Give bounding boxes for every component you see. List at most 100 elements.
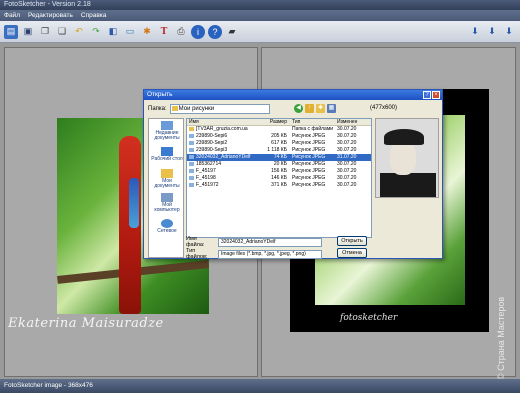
paste-icon[interactable]: ❏ <box>55 25 69 39</box>
place-desktop[interactable]: Рабочий стол <box>149 143 185 167</box>
filetype-row: Тип файлов: Image files (*.bmp, *.jpg, *… <box>186 248 322 260</box>
place-label: Рабочий стол <box>151 156 183 163</box>
chat-icon[interactable]: ▰ <box>225 25 239 39</box>
image-file-icon <box>189 161 194 166</box>
image-file-icon <box>189 175 194 180</box>
column-name[interactable]: Имя <box>187 119 261 125</box>
place-label: Мои документы <box>154 177 180 189</box>
my-documents-icon <box>161 168 173 178</box>
file-date: 30.07.20 <box>337 161 357 167</box>
image-file-icon <box>189 154 194 159</box>
author-watermark: Ekaterina Maisuradze <box>8 316 164 331</box>
file-row[interactable]: 239890-Sepi3 1 118 КБ Рисунок JPEG 30.07.20 <box>187 147 371 154</box>
file-name: F_45198 <box>187 175 261 182</box>
info-icon[interactable]: i <box>191 24 205 39</box>
file-row[interactable]: [TV3AR_gruzia.com.ua Папка с файлами 30.07… <box>187 126 371 133</box>
menu-edit[interactable]: Редактировать <box>28 10 73 21</box>
place-label: Сетевое <box>157 228 177 235</box>
open-button[interactable]: Открыть <box>337 236 367 246</box>
preview-hat-shape <box>384 129 424 145</box>
file-size: 74 КБ <box>273 154 287 160</box>
file-list[interactable]: Имя Размер Тип Изменен [TV3AR_gruzia.com… <box>186 118 372 238</box>
menu-file[interactable]: Файл <box>4 10 20 21</box>
redo-icon[interactable]: ↷ <box>89 25 103 39</box>
file-type: Рисунок JPEG <box>292 154 326 160</box>
file-size: 205 КБ <box>271 133 287 139</box>
new-folder-icon[interactable]: ✱ <box>316 104 325 113</box>
file-row[interactable]: 32024032_AdrianoYDelf 74 КБ Рисунок JPEG 31… <box>187 154 371 161</box>
file-size: 146 КБ <box>271 175 287 181</box>
image-file-icon <box>189 147 194 152</box>
compare-icon[interactable]: ◧ <box>106 25 120 39</box>
dialog-help-icon[interactable]: ? <box>423 91 431 99</box>
dialog-close-icon[interactable]: × <box>432 91 440 99</box>
file-date: 30.07.20 <box>337 133 357 139</box>
file-row[interactable]: 185362714 20 КБ Рисунок JPEG 30.07.20 <box>187 161 371 168</box>
dialog-titlebar: Открыть ? × <box>144 90 442 100</box>
zoom-in-icon[interactable]: ⬇ <box>468 24 482 38</box>
file-row[interactable]: F_451972 371 КБ Рисунок JPEG 30.07.20 <box>187 182 371 189</box>
file-name-text: 185362714 <box>196 161 222 167</box>
open-file-dialog: Открыть ? × Папка: Мои рисунки ◀ ↑ ✱ ▦ (… <box>143 89 443 260</box>
up-folder-icon[interactable]: ↑ <box>305 104 314 113</box>
copy-icon[interactable]: ❐ <box>38 25 52 39</box>
file-list-header: Имя Размер Тип Изменен <box>187 119 371 126</box>
file-type: Рисунок JPEG <box>292 161 326 167</box>
file-type: Рисунок JPEG <box>292 182 326 188</box>
image-file-icon <box>189 182 194 187</box>
file-name: 239890-Sepi6 <box>187 133 261 140</box>
file-name: 239890-Sepi3 <box>187 147 261 154</box>
picture-icon[interactable]: ▭ <box>123 25 137 39</box>
network-icon <box>161 219 173 229</box>
preview-body-shape <box>380 173 436 197</box>
menu-bar: Файл Редактировать Справка <box>0 10 520 21</box>
filename-input[interactable]: 32024032_AdrianoYDelf <box>218 237 322 247</box>
filetype-select[interactable]: Image files (*.bmp, *.jpg, *.jpeg, *.png… <box>218 249 322 259</box>
view-menu-icon[interactable]: ▦ <box>327 104 336 113</box>
menu-help[interactable]: Справка <box>81 10 107 21</box>
file-name-text: 32024032_AdrianoYDelf <box>196 154 251 160</box>
file-date: 30.07.20 <box>337 175 357 181</box>
place-recent[interactable]: Недавние документы <box>149 119 185 143</box>
zoom-fit-icon[interactable]: ⬇ <box>502 24 516 38</box>
image-file-icon <box>189 133 194 138</box>
file-row[interactable]: 239890-Sepi6 205 КБ Рисунок JPEG 30.07.20 <box>187 133 371 140</box>
file-size: 20 КБ <box>273 161 287 167</box>
file-size: 617 КБ <box>271 140 287 146</box>
file-name-text: F_451972 <box>196 182 219 188</box>
place-network[interactable]: Сетевое <box>149 215 185 239</box>
text-icon[interactable]: T <box>157 25 171 39</box>
save-icon[interactable]: ▣ <box>21 25 35 39</box>
help-icon[interactable]: ? <box>208 24 222 39</box>
file-date: 31.07.20 <box>337 154 357 160</box>
open-icon[interactable]: ▤ <box>4 24 18 39</box>
zoom-out-icon[interactable]: ⬇ <box>485 24 499 38</box>
dialog-title: Открыть <box>147 91 173 98</box>
column-date[interactable]: Изменен <box>335 119 371 125</box>
print-icon[interactable]: ⎙ <box>174 25 188 39</box>
preview-size-label: (477x600) <box>370 105 398 111</box>
column-size[interactable]: Размер <box>261 119 289 125</box>
image-file-icon <box>189 140 194 145</box>
back-icon[interactable]: ◀ <box>294 104 303 113</box>
cancel-button[interactable]: Отмена <box>337 248 367 258</box>
file-row[interactable]: 239890-Sepi2 617 КБ Рисунок JPEG 30.07.20 <box>187 140 371 147</box>
file-date: 30.07.20 <box>337 140 357 146</box>
parrot-wing-shape <box>129 178 139 228</box>
file-date: 30.07.20 <box>337 147 357 153</box>
file-row[interactable]: F_45198 146 КБ Рисунок JPEG 30.07.20 <box>187 175 371 182</box>
file-row[interactable]: F_45197 156 КБ Рисунок JPEG 30.07.20 <box>187 168 371 175</box>
window-title: FotoSketcher - Version 2.18 <box>0 0 520 10</box>
preview-face-shape <box>390 141 416 175</box>
column-type[interactable]: Тип <box>289 119 335 125</box>
effects-icon[interactable]: ✱ <box>140 25 154 39</box>
desktop-icon <box>161 147 173 157</box>
places-bar: Недавние документы Рабочий стол Мои доку… <box>148 118 184 258</box>
lookin-select[interactable]: Мои рисунки <box>169 104 270 114</box>
place-computer[interactable]: Мой компьютер <box>149 191 185 215</box>
file-name-text: 239890-Sepi2 <box>196 140 228 146</box>
file-size <box>261 126 289 133</box>
file-size: 156 КБ <box>271 168 287 174</box>
undo-icon[interactable]: ↶ <box>72 25 86 39</box>
place-documents[interactable]: Мои документы <box>149 167 185 191</box>
